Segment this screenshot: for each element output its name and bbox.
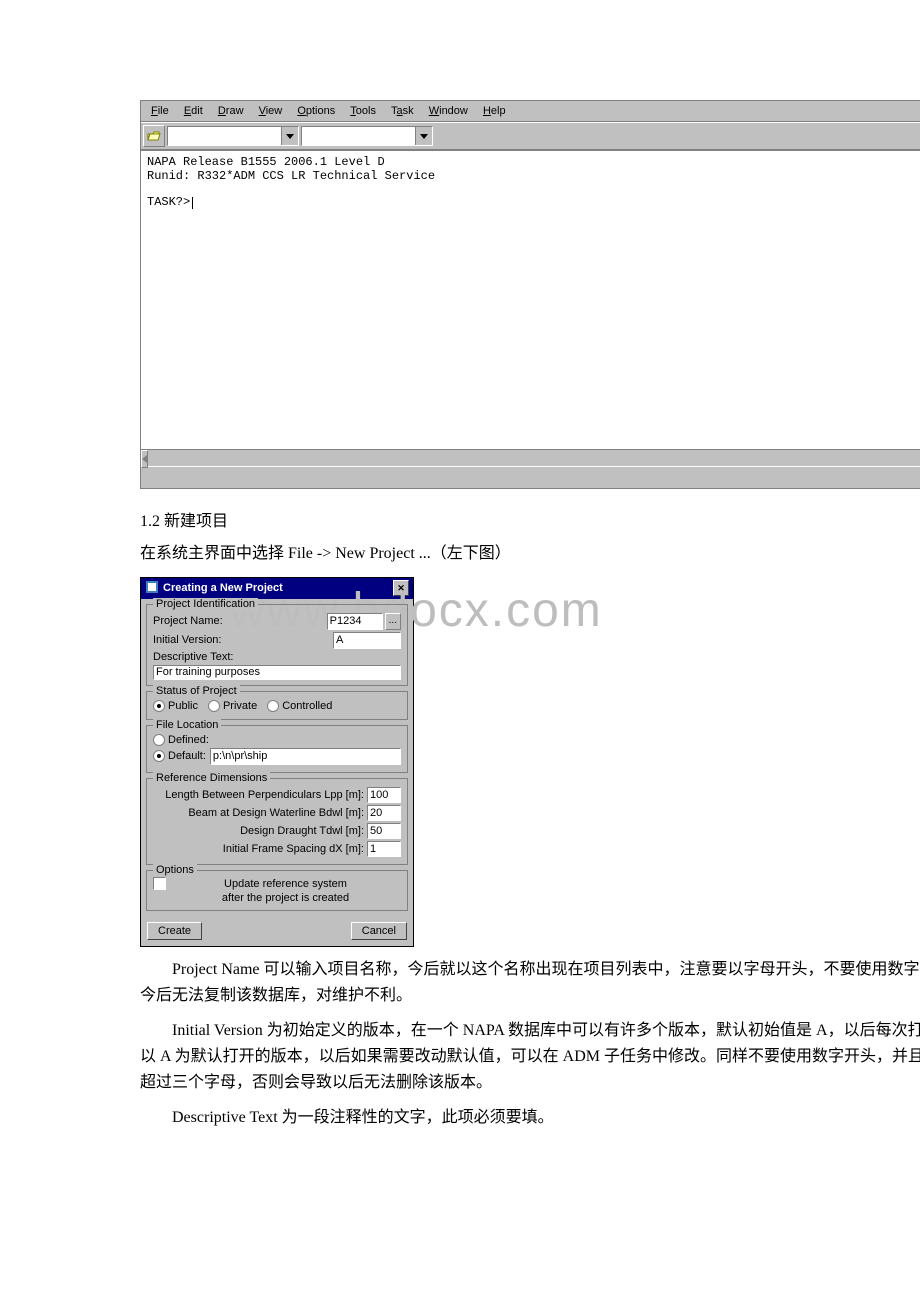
app-icon xyxy=(145,580,159,597)
lpp-field[interactable] xyxy=(367,787,401,803)
bdwl-field[interactable] xyxy=(367,805,401,821)
group-identification: Project Identification Project Name: ...… xyxy=(146,604,408,686)
group-title: File Location xyxy=(153,719,221,731)
group-options: Options Update reference system after th… xyxy=(146,870,408,912)
cancel-button[interactable]: Cancel xyxy=(351,922,407,940)
doc-text: Initial Version 为初始定义的版本，在一个 NAPA 数据库中可以… xyxy=(140,1018,920,1095)
create-button[interactable]: Create xyxy=(147,922,202,940)
terminal-line: NAPA Release B1555 2006.1 Level D xyxy=(147,155,920,169)
menu-file[interactable]: File xyxy=(145,103,175,119)
folder-open-icon xyxy=(147,130,161,142)
scroll-left-icon[interactable] xyxy=(141,450,148,468)
bdwl-label: Beam at Design Waterline Bdwl [m]: xyxy=(153,807,367,819)
tdwl-label: Design Draught Tdwl [m]: xyxy=(153,825,367,837)
toolbar xyxy=(141,122,920,150)
terminal[interactable]: NAPA Release B1555 2006.1 Level D Runid:… xyxy=(141,150,920,449)
update-ref-checkbox[interactable] xyxy=(153,877,166,890)
group-title: Project Identification xyxy=(153,598,258,610)
group-title: Options xyxy=(153,864,197,876)
radio-defined[interactable]: Defined: xyxy=(153,734,401,746)
group-status: Status of Project Public Private Control… xyxy=(146,691,408,720)
combo-1[interactable] xyxy=(167,126,299,146)
dx-label: Initial Frame Spacing dX [m]: xyxy=(153,843,367,855)
group-title: Reference Dimensions xyxy=(153,772,270,784)
menu-tools[interactable]: Tools xyxy=(344,103,382,119)
menu-window[interactable]: Window xyxy=(423,103,474,119)
statusbar: TASK xyxy=(141,466,920,488)
new-project-dialog: Creating a New Project ✕ Project Identif… xyxy=(140,577,414,948)
project-name-label: Project Name: xyxy=(153,615,327,627)
menu-view[interactable]: View xyxy=(253,103,289,119)
horizontal-scrollbar[interactable] xyxy=(141,450,920,466)
menu-help[interactable]: Help xyxy=(477,103,512,119)
project-name-field[interactable] xyxy=(327,613,383,630)
doc-text: Project Name 可以输入项目名称，今后就以这个名称出现在项目列表中，注… xyxy=(140,957,920,1008)
close-icon[interactable]: ✕ xyxy=(393,580,409,596)
group-title: Status of Project xyxy=(153,685,240,697)
radio-default[interactable]: Default: xyxy=(153,750,206,762)
dialog-title: Creating a New Project xyxy=(163,582,283,594)
terminal-prompt: TASK?> xyxy=(147,195,920,209)
tdwl-field[interactable] xyxy=(367,823,401,839)
option-text: Update reference system after the projec… xyxy=(170,877,401,906)
doc-heading: 1.2 新建项目 xyxy=(140,507,920,531)
descriptive-text-label: Descriptive Text: xyxy=(153,651,401,663)
menu-options[interactable]: Options xyxy=(291,103,341,119)
group-dimensions: Reference Dimensions Length Between Perp… xyxy=(146,778,408,865)
group-location: File Location Defined: Default: xyxy=(146,725,408,773)
chevron-down-icon[interactable] xyxy=(281,127,298,145)
radio-controlled[interactable]: Controlled xyxy=(267,700,332,712)
initial-version-label: Initial Version: xyxy=(153,634,333,646)
combo-2[interactable] xyxy=(301,126,433,146)
radio-public[interactable]: Public xyxy=(153,700,198,712)
open-button[interactable] xyxy=(143,125,165,147)
napa-main-window: File Edit Draw View Options Tools Task W… xyxy=(140,100,920,489)
dialog-titlebar: Creating a New Project ✕ xyxy=(141,578,413,599)
menu-draw[interactable]: Draw xyxy=(212,103,250,119)
menu-edit[interactable]: Edit xyxy=(178,103,209,119)
browse-button[interactable]: ... xyxy=(385,613,401,630)
menu-task[interactable]: Task xyxy=(385,103,420,119)
initial-version-field[interactable] xyxy=(333,632,401,649)
lpp-label: Length Between Perpendiculars Lpp [m]: xyxy=(153,789,367,801)
terminal-line: Runid: R332*ADM CCS LR Technical Service xyxy=(147,169,920,183)
dx-field[interactable] xyxy=(367,841,401,857)
chevron-down-icon[interactable] xyxy=(415,127,432,145)
menubar: File Edit Draw View Options Tools Task W… xyxy=(141,101,920,122)
default-path-field[interactable] xyxy=(210,748,401,765)
doc-text: 在系统主界面中选择 File -> New Project ...（左下图） xyxy=(140,541,920,567)
doc-text: Descriptive Text 为一段注释性的文字，此项必须要填。 xyxy=(140,1105,920,1131)
descriptive-text-field[interactable] xyxy=(153,665,401,680)
radio-private[interactable]: Private xyxy=(208,700,257,712)
